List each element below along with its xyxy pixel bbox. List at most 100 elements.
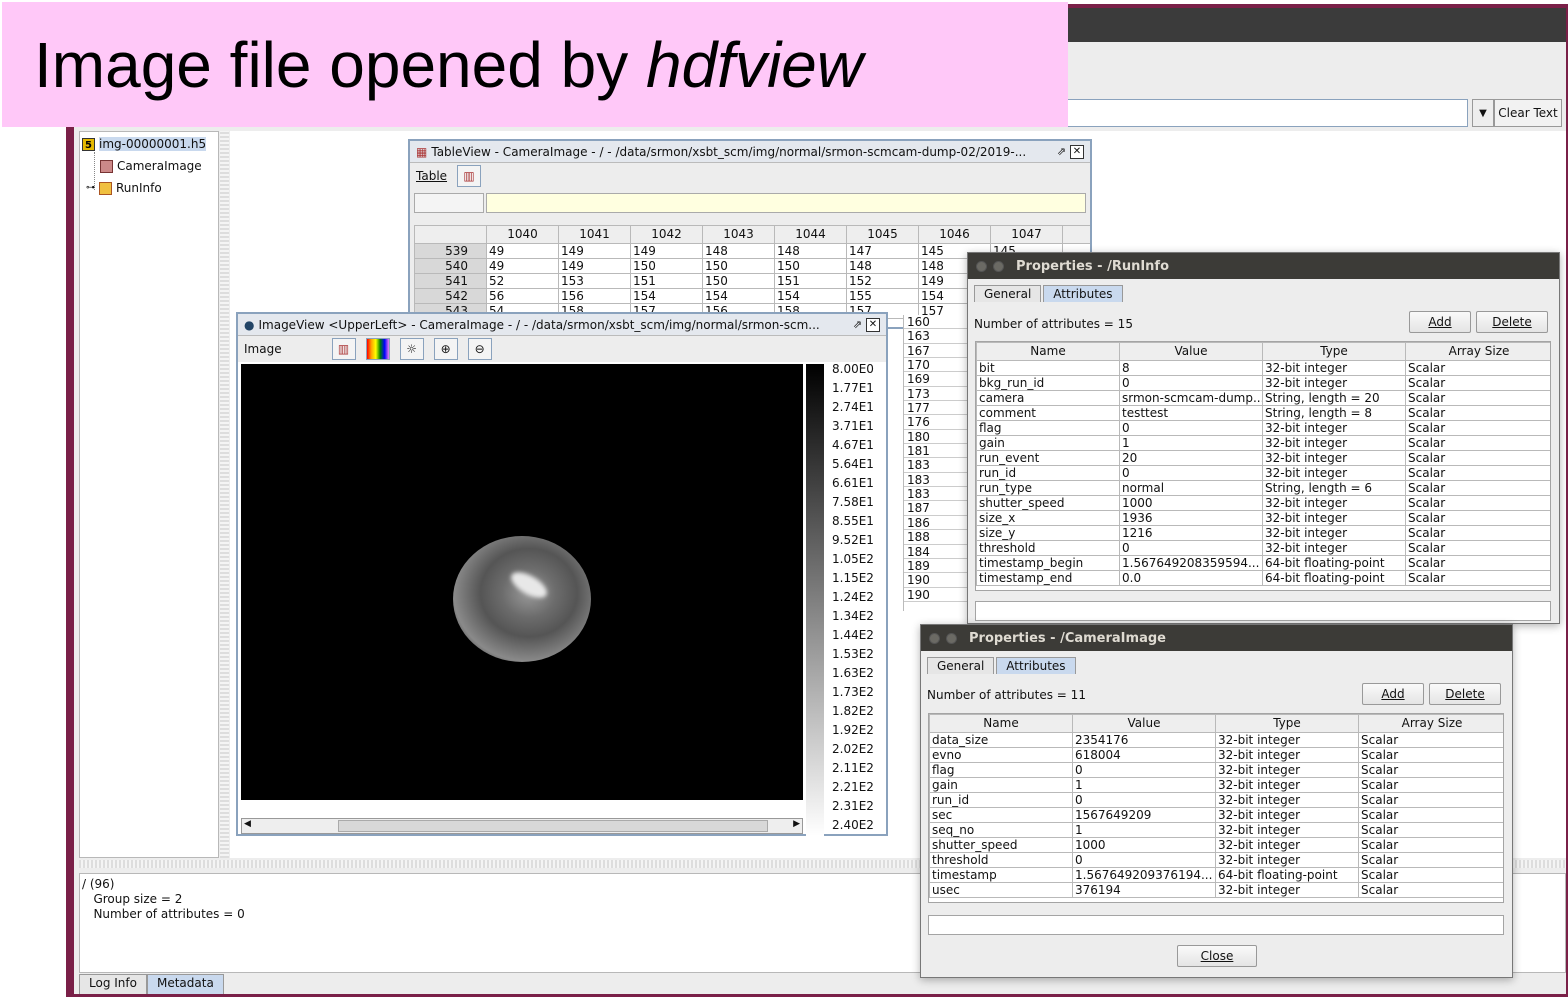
column-header[interactable]: Type xyxy=(1215,714,1359,733)
cell-value-field[interactable] xyxy=(486,193,1086,213)
table-cell[interactable]: 52 xyxy=(486,273,559,289)
table-row[interactable]: usec 376194 32-bit integer Scalar xyxy=(929,882,1503,898)
close-icon[interactable] xyxy=(929,632,940,644)
row-header[interactable]: 542 xyxy=(414,288,487,304)
table-cell[interactable]: 186 xyxy=(904,516,973,531)
table-cell[interactable]: 154 xyxy=(702,288,775,304)
table-cell[interactable]: 150 xyxy=(702,258,775,274)
table-row[interactable]: flag 0 32-bit integer Scalar xyxy=(976,420,1550,436)
table-cell[interactable]: 169 xyxy=(904,372,973,387)
table-cell[interactable]: 56 xyxy=(486,288,559,304)
brightness-icon[interactable]: ☼ xyxy=(399,338,424,360)
table-cell[interactable]: 49 xyxy=(486,243,559,259)
table-cell[interactable]: 151 xyxy=(630,273,703,289)
column-header[interactable] xyxy=(1062,225,1090,244)
table-cell[interactable]: 152 xyxy=(846,273,919,289)
table-cell[interactable]: 150 xyxy=(774,258,847,274)
table-row[interactable]: timestamp 1.567649209376194... 64-bit floa… xyxy=(929,867,1503,883)
table-cell[interactable]: 154 xyxy=(774,288,847,304)
table-row[interactable]: bkg_run_id 0 32-bit integer Scalar xyxy=(976,375,1550,391)
table-cell[interactable]: 183 xyxy=(904,487,973,502)
tree-item-runinfo[interactable]: ⊶ RunInfo xyxy=(86,181,162,195)
palette-icon[interactable] xyxy=(365,338,390,360)
scroll-right-icon[interactable]: ▶ xyxy=(793,819,800,829)
clear-text-button[interactable]: Clear Text xyxy=(1494,99,1562,127)
close-button[interactable]: Close xyxy=(1177,945,1257,967)
menu-table[interactable]: Table xyxy=(416,169,447,183)
runinfo-dialog-titlebar[interactable]: Properties - /RunInfo xyxy=(968,253,1559,279)
table-cell[interactable]: 170 xyxy=(904,358,973,373)
table-cell[interactable]: 183 xyxy=(904,458,973,473)
table-row[interactable]: run_event 20 32-bit integer Scalar xyxy=(976,450,1550,466)
table-cell[interactable]: 156 xyxy=(558,288,631,304)
table-cell[interactable]: 167 xyxy=(904,344,973,359)
column-header[interactable]: Type xyxy=(1262,342,1406,361)
table-cell[interactable]: 154 xyxy=(630,288,703,304)
histogram-icon[interactable]: ▥ xyxy=(331,338,356,360)
table-cell[interactable]: 148 xyxy=(774,243,847,259)
table-row[interactable]: run_type normal String, length = 6 Scalar xyxy=(976,480,1550,496)
column-header[interactable]: Value xyxy=(1072,714,1216,733)
table-cell[interactable]: 181 xyxy=(904,444,973,459)
row-header[interactable]: 541 xyxy=(414,273,487,289)
add-button[interactable]: Add xyxy=(1409,311,1471,333)
table-cell[interactable]: 189 xyxy=(904,559,973,574)
column-header[interactable]: 1043 xyxy=(702,225,775,244)
table-row[interactable]: timestamp_end 0.0 64-bit floating-point Sca… xyxy=(976,570,1550,586)
detach-icon[interactable]: ⇗ xyxy=(1057,145,1066,158)
column-header[interactable]: 1046 xyxy=(918,225,991,244)
table-row[interactable]: data_size 2354176 32-bit integer Scalar xyxy=(929,732,1503,748)
table-cell[interactable]: 163 xyxy=(904,329,973,344)
table-cell[interactable]: 188 xyxy=(904,530,973,545)
column-header[interactable]: Array Size xyxy=(1405,342,1550,361)
table-cell[interactable]: 160 xyxy=(904,315,973,330)
table-row[interactable]: gain 1 32-bit integer Scalar xyxy=(929,777,1503,793)
table-cell[interactable]: 183 xyxy=(904,473,973,488)
table-cell[interactable]: 177 xyxy=(904,401,973,416)
scrollbar-thumb[interactable] xyxy=(338,820,768,832)
tab-general[interactable]: General xyxy=(974,285,1042,302)
table-row[interactable]: camera srmon-scmcam-dump... String, length… xyxy=(976,390,1550,406)
tree-item-cameraimage[interactable]: CameraImage xyxy=(100,159,202,173)
column-header[interactable]: 1044 xyxy=(774,225,847,244)
row-header[interactable]: 540 xyxy=(414,258,487,274)
url-dropdown-button[interactable]: ▼ xyxy=(1472,99,1494,127)
table-cell[interactable]: 147 xyxy=(846,243,919,259)
expand-icon[interactable]: ⊶ xyxy=(86,183,95,193)
tab-attributes[interactable]: Attributes xyxy=(1043,285,1123,302)
table-row[interactable]: comment testtest String, length = 8 Scalar xyxy=(976,405,1550,421)
cameraimage-dialog-titlebar[interactable]: Properties - /CameraImage xyxy=(921,625,1512,651)
scroll-left-icon[interactable]: ◀ xyxy=(244,819,251,829)
delete-button[interactable]: Delete xyxy=(1476,311,1548,333)
column-header[interactable]: Name xyxy=(929,714,1073,733)
table-cell[interactable]: 176 xyxy=(904,415,973,430)
table-cell[interactable]: 149 xyxy=(558,243,631,259)
table-cell[interactable]: 150 xyxy=(702,273,775,289)
table-cell[interactable]: 184 xyxy=(904,545,973,559)
table-row[interactable]: run_id 0 32-bit integer Scalar xyxy=(976,465,1550,481)
minimize-icon[interactable] xyxy=(946,632,957,644)
attribute-edit-field[interactable] xyxy=(928,915,1504,935)
table-row[interactable]: sec 1567649209 32-bit integer Scalar xyxy=(929,807,1503,823)
url-input[interactable] xyxy=(1066,99,1468,127)
table-cell[interactable]: 148 xyxy=(846,258,919,274)
column-header[interactable]: 1040 xyxy=(486,225,559,244)
table-cell[interactable]: 180 xyxy=(904,430,973,445)
tableview-titlebar[interactable]: ▦ TableView - CameraImage - / - /data/sr… xyxy=(410,141,1090,163)
table-cell[interactable]: 173 xyxy=(904,387,973,402)
table-cell[interactable]: 151 xyxy=(774,273,847,289)
table-row[interactable]: timestamp_begin 1.567649208359594... 64-bi… xyxy=(976,555,1550,571)
tab-general[interactable]: General xyxy=(927,657,995,674)
add-button[interactable]: Add xyxy=(1362,683,1424,705)
table-cell[interactable]: 190 xyxy=(904,588,973,602)
table-cell[interactable]: 149 xyxy=(630,243,703,259)
camera-image[interactable] xyxy=(241,364,803,800)
table-row[interactable]: threshold 0 32-bit integer Scalar xyxy=(976,540,1550,556)
table-cell[interactable]: 149 xyxy=(558,258,631,274)
detach-icon[interactable]: ⇗ xyxy=(853,318,862,331)
tree-item-file[interactable]: 5 img-00000001.h5 xyxy=(82,137,207,151)
table-row[interactable]: run_id 0 32-bit integer Scalar xyxy=(929,792,1503,808)
table-row[interactable]: shutter_speed 1000 32-bit integer Scalar xyxy=(976,495,1550,511)
table-row[interactable]: size_x 1936 32-bit integer Scalar xyxy=(976,510,1550,526)
column-header[interactable]: Name xyxy=(976,342,1120,361)
